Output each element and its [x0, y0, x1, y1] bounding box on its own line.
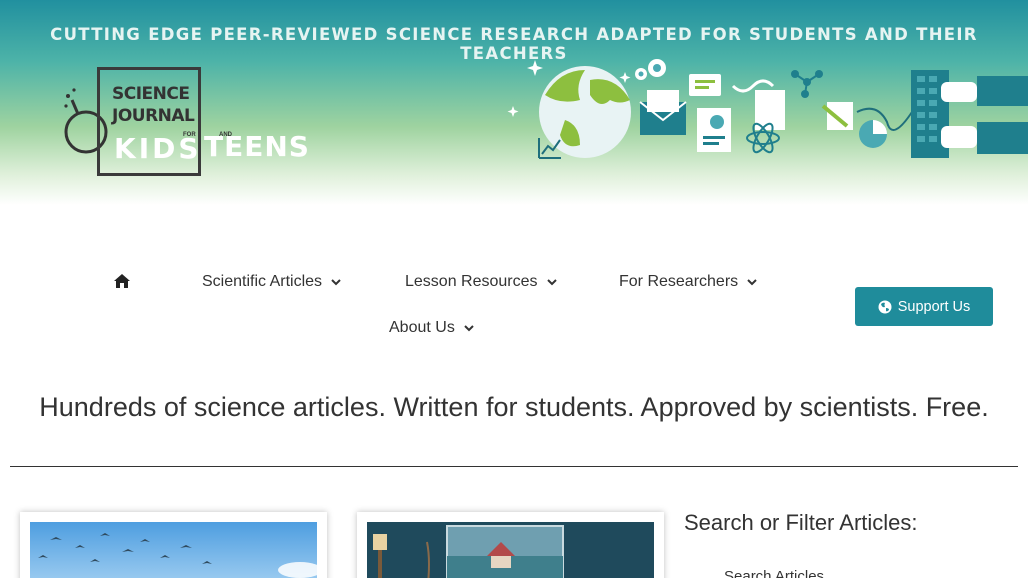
support-us-button[interactable]: Support Us — [855, 287, 993, 326]
site-logo[interactable]: SCIENCE JOURNAL FOR KIDS AND TEENS — [62, 66, 309, 181]
nav-item-for-researchers[interactable]: For Researchers — [619, 273, 757, 291]
page-headline: Hundreds of science articles. Written fo… — [39, 392, 989, 422]
envelope-icon — [639, 90, 687, 135]
filter-title: Search or Filter Articles: — [684, 510, 918, 535]
chevron-down-icon — [546, 279, 557, 286]
article-card[interactable] — [357, 512, 664, 578]
logo-text-journal: JOURNAL — [112, 106, 195, 126]
chevron-down-icon — [747, 279, 757, 286]
logo-text-science: SCIENCE — [112, 84, 190, 104]
article-thumbnail[interactable] — [30, 522, 317, 578]
header-banner: CUTTING EDGE PEER-REVIEWED SCIENCE RESEA… — [0, 0, 1028, 205]
nav-item-label: Lesson Resources — [405, 273, 538, 290]
home-icon[interactable] — [113, 273, 131, 289]
nav-item-lesson-resources[interactable]: Lesson Resources — [405, 273, 557, 291]
chevron-down-icon — [331, 279, 341, 286]
article-card[interactable] — [20, 512, 327, 578]
nav-item-scientific-articles[interactable]: Scientific Articles — [202, 273, 341, 291]
search-articles-label: Search Articles — [724, 568, 825, 578]
logo-text-kids: KIDS — [114, 132, 202, 165]
chevron-down-icon — [464, 325, 474, 332]
science-illustration — [507, 59, 1028, 159]
nav-item-label: About Us — [389, 319, 455, 336]
nav-item-about-us[interactable]: About Us — [389, 319, 474, 337]
nav-item-label: Scientific Articles — [202, 273, 323, 290]
divider — [10, 466, 1018, 467]
globe-icon — [878, 300, 892, 313]
article-thumbnail[interactable] — [367, 522, 654, 578]
logo-text-teens: TEENS — [204, 130, 310, 163]
support-us-label: Support Us — [897, 298, 971, 315]
nav-item-label: For Researchers — [619, 273, 739, 290]
globe-icon — [539, 66, 631, 158]
